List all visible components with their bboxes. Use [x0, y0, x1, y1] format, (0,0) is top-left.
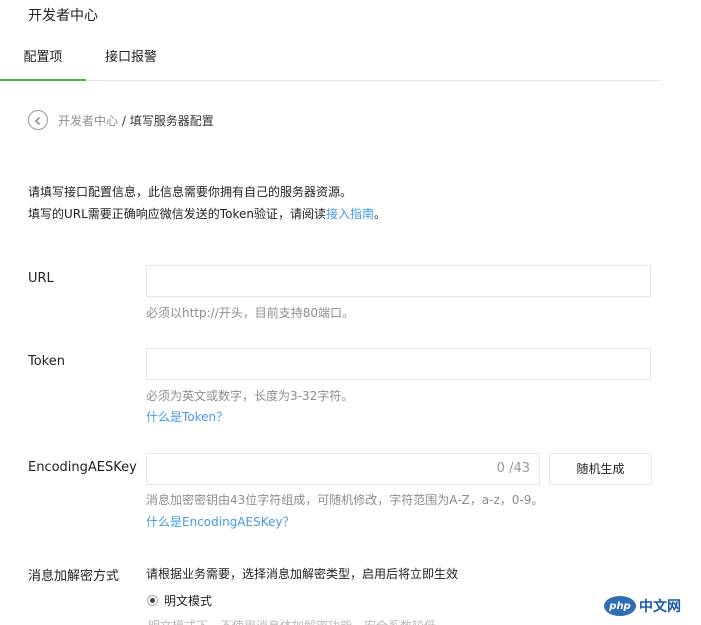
intro-line-1: 请填写接口配置信息，此信息需要你拥有自己的服务器资源。 [28, 185, 353, 199]
aes-key-counter: 0 /43 [496, 461, 530, 476]
back-button[interactable] [28, 110, 48, 130]
intro-line-2-suffix: 。 [373, 207, 386, 221]
url-input[interactable] [146, 265, 651, 297]
tab-interface-alarm[interactable]: 接口报警 [88, 38, 174, 79]
aes-key-hint: 消息加密密钥由43位字符组成，可随机修改，字符范围为A-Z，a-z，0-9。 [146, 493, 544, 507]
random-generate-button[interactable]: 随机生成 [549, 453, 652, 485]
url-label: URL [28, 271, 54, 286]
php-logo-icon: php [604, 596, 636, 616]
page-title: 开发者中心 [28, 8, 98, 24]
what-is-token-link[interactable]: 什么是Token？ [146, 408, 228, 425]
plain-mode-label[interactable]: 明文模式 [164, 592, 212, 609]
chevron-left-icon [33, 111, 43, 130]
token-input[interactable] [146, 348, 651, 380]
watermark: php 中文网 [604, 595, 696, 617]
intro-line-2-prefix: 填写的URL需要正确响应微信发送的Token验证，请阅读 [28, 207, 326, 221]
intro-line-2: 填写的URL需要正确响应微信发送的Token验证，请阅读接入指南。 [28, 205, 386, 223]
radio-selected-dot [150, 598, 155, 603]
url-hint: 必须以http://开头，目前支持80端口。 [146, 306, 355, 320]
encryption-mode-description: 请根据业务需要，选择消息加解密类型，启用后将立即生效 [146, 567, 459, 581]
encryption-mode-label: 消息加解密方式 [28, 569, 120, 584]
token-hint: 必须为英文或数字，长度为3-32字符。 [146, 389, 354, 403]
tab-config-items[interactable]: 配置项 [0, 38, 86, 81]
access-guide-link[interactable]: 接入指南 [326, 207, 374, 221]
breadcrumb-current: 填写服务器配置 [129, 114, 214, 128]
plain-mode-description: 明文模式下，不使用消息体加解密功能，安全系数较低 [148, 617, 436, 625]
plain-mode-radio[interactable] [147, 595, 158, 606]
breadcrumb: 开发者中心 / 填写服务器配置 [58, 112, 214, 130]
watermark-text: 中文网 [639, 599, 681, 615]
token-label: Token [28, 354, 65, 369]
breadcrumb-parent[interactable]: 开发者中心 [58, 114, 118, 128]
breadcrumb-separator: / [118, 114, 130, 128]
tab-bar: 配置项 接口报警 [0, 38, 661, 81]
what-is-aes-key-link[interactable]: 什么是EncodingAESKey？ [146, 513, 294, 530]
aes-key-label: EncodingAESKey [28, 460, 137, 475]
